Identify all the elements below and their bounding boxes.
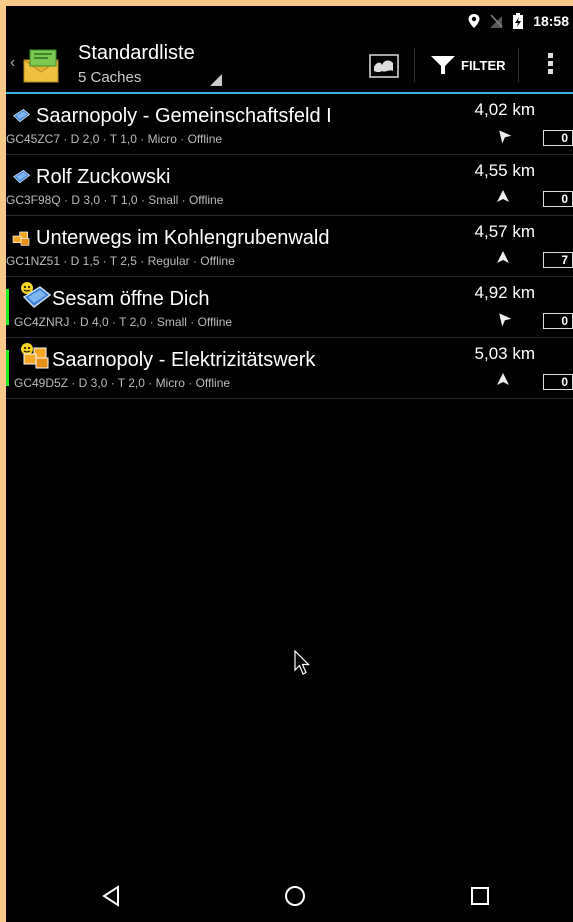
direction-arrow-icon — [499, 130, 512, 144]
found-marker — [6, 289, 9, 325]
dropdown-indicator-icon[interactable] — [210, 74, 222, 86]
cache-info: GC49D5Z · D 3,0 · T 2,0 · Micro · Offlin… — [14, 376, 231, 390]
inventory-count-badge: 0 — [543, 130, 573, 146]
nav-back-icon[interactable] — [99, 884, 123, 908]
mystery-cache-icon — [13, 109, 31, 123]
navigation-bar — [6, 872, 573, 922]
cache-distance: 5,03 km — [474, 344, 535, 363]
no-signal-icon — [490, 14, 503, 28]
cache-name: Sesam öffne Dich — [52, 288, 210, 310]
overflow-menu-icon[interactable] — [542, 50, 558, 80]
battery-charging-icon — [513, 13, 524, 29]
inventory-count-badge: 0 — [543, 374, 573, 390]
cache-name: Saarnopoly - Elektrizitätswerk — [52, 349, 316, 371]
toolbar-divider — [518, 48, 519, 82]
cache-distance: 4,55 km — [474, 161, 535, 180]
cache-row[interactable]: Saarnopoly - Gemeinschaftsfeld I GC45ZC7 … — [6, 94, 573, 155]
action-bar: ‹ Standardliste 5 Caches FILTER — [6, 36, 573, 94]
cache-distance: 4,02 km — [474, 100, 535, 119]
toolbar-divider — [414, 48, 415, 82]
filter-button[interactable]: FILTER — [430, 50, 506, 80]
direction-arrow-icon — [497, 373, 509, 385]
mystery-cache-icon — [21, 282, 52, 308]
cache-info: GC4ZNRJ · D 4,0 · T 2,0 · Small · Offlin… — [14, 315, 233, 329]
app-logo-icon[interactable] — [20, 46, 62, 84]
found-marker — [6, 350, 9, 386]
status-bar: 18:58 — [6, 6, 573, 36]
mystery-cache-icon — [13, 170, 31, 184]
cache-info: GC45ZC7 · D 2,0 · T 1,0 · Micro · Offlin… — [6, 132, 223, 146]
inventory-count-badge: 0 — [543, 191, 573, 207]
cache-row[interactable]: Unterwegs im Kohlengrubenwald GC1NZ51 · D… — [6, 216, 573, 277]
cache-list: Saarnopoly - Gemeinschaftsfeld I GC45ZC7 … — [6, 94, 573, 399]
cache-name: Saarnopoly - Gemeinschaftsfeld I — [36, 105, 332, 127]
direction-arrow-icon — [497, 251, 509, 263]
direction-arrow-icon — [497, 190, 509, 202]
filter-funnel-icon — [431, 56, 455, 74]
filter-label: FILTER — [461, 57, 506, 73]
cache-distance: 4,92 km — [474, 283, 535, 302]
cache-row[interactable]: Saarnopoly - Elektrizitätswerk GC49D5Z · … — [6, 338, 573, 399]
multi-cache-icon — [12, 231, 30, 246]
back-chevron-icon[interactable]: ‹ — [10, 54, 15, 72]
nav-recents-icon[interactable] — [468, 884, 492, 908]
multi-cache-icon — [21, 343, 49, 369]
cache-distance: 4,57 km — [474, 222, 535, 241]
nav-home-icon[interactable] — [283, 884, 307, 908]
location-icon — [468, 14, 480, 28]
mouse-cursor-icon — [294, 650, 310, 675]
map-icon[interactable] — [369, 53, 399, 79]
status-time: 18:58 — [533, 13, 569, 29]
inventory-count-badge: 0 — [543, 313, 573, 329]
cache-info: GC3F98Q · D 3,0 · T 1,0 · Small · Offlin… — [6, 193, 224, 207]
direction-arrow-icon — [499, 313, 512, 327]
app-screen: 18:58 ‹ Standardliste 5 Caches FILTER Sa… — [6, 6, 573, 922]
list-subtitle[interactable]: 5 Caches — [78, 69, 141, 86]
cache-name: Unterwegs im Kohlengrubenwald — [36, 227, 330, 249]
cache-info: GC1NZ51 · D 1,5 · T 2,5 · Regular · Offl… — [6, 254, 235, 268]
cache-name: Rolf Zuckowski — [36, 166, 171, 188]
list-title[interactable]: Standardliste — [78, 42, 195, 65]
cache-row[interactable]: Sesam öffne Dich GC4ZNRJ · D 4,0 · T 2,0 … — [6, 277, 573, 338]
cache-row[interactable]: Rolf Zuckowski GC3F98Q · D 3,0 · T 1,0 · … — [6, 155, 573, 216]
inventory-count-badge: 7 — [543, 252, 573, 268]
